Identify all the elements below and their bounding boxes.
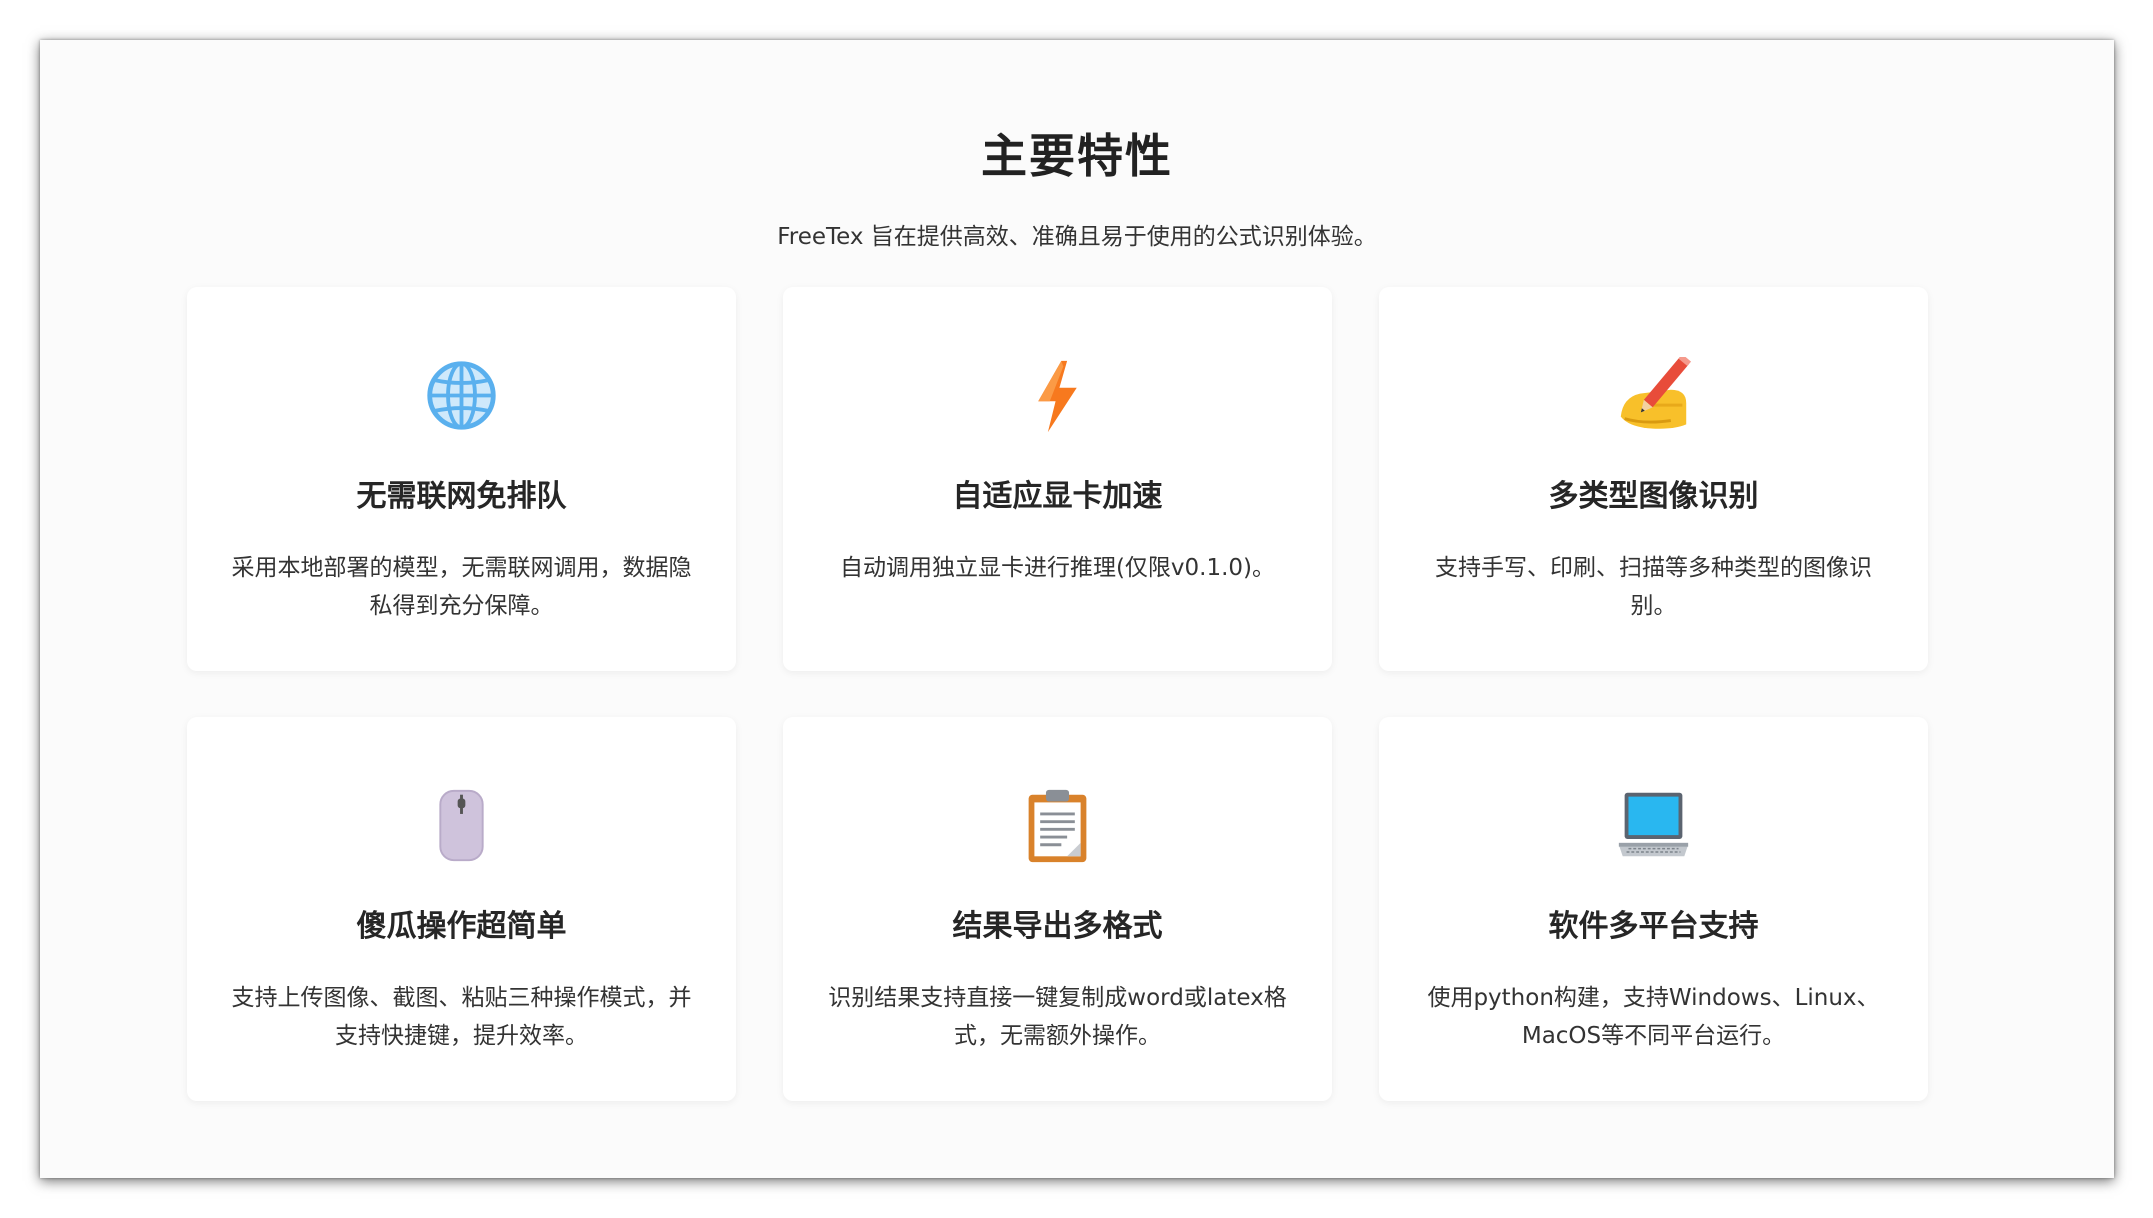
feature-card-gpu: 自适应显卡加速 自动调用独立显卡进行推理(仅限v0.1.0)。: [783, 287, 1332, 671]
feature-card-easy-operation: 傻瓜操作超简单 支持上传图像、截图、粘贴三种操作模式，并支持快捷键，提升效率。: [187, 717, 736, 1101]
section-subtitle: FreeTex 旨在提供高效、准确且易于使用的公式识别体验。: [777, 224, 1377, 250]
feature-title: 软件多平台支持: [1548, 909, 1759, 944]
feature-card-image-types: 多类型图像识别 支持手写、印刷、扫描等多种类型的图像识别。: [1379, 287, 1928, 671]
feature-card-offline: 无需联网免排队 采用本地部署的模型，无需联网调用，数据隐私得到充分保障。: [187, 287, 736, 671]
feature-title: 结果导出多格式: [952, 909, 1163, 944]
feature-description: 支持手写、印刷、扫描等多种类型的图像识别。: [1435, 555, 1872, 619]
writing-hand-icon: [1615, 357, 1692, 434]
globe-icon: [423, 357, 500, 434]
clipboard-icon: [1019, 787, 1096, 864]
feature-title: 傻瓜操作超简单: [356, 909, 567, 944]
browser-window: 主要特性 FreeTex 旨在提供高效、准确且易于使用的公式识别体验。 无需联网…: [40, 40, 2114, 1178]
feature-card-multiplatform: 软件多平台支持 使用python构建，支持Windows、Linux、MacOS…: [1379, 717, 1928, 1101]
section-title: 主要特性: [981, 129, 1173, 183]
feature-description: 采用本地部署的模型，无需联网调用，数据隐私得到充分保障。: [231, 555, 692, 619]
mouse-icon: [423, 787, 500, 864]
feature-title: 无需联网免排队: [356, 479, 567, 514]
feature-description: 使用python构建，支持Windows、Linux、MacOS等不同平台运行。: [1427, 985, 1880, 1049]
feature-title: 多类型图像识别: [1548, 479, 1759, 514]
laptop-icon: [1615, 787, 1692, 864]
feature-description: 识别结果支持直接一键复制成word或latex格式，无需额外操作。: [828, 985, 1287, 1049]
feature-description: 自动调用独立显卡进行推理(仅限v0.1.0)。: [839, 555, 1276, 581]
feature-description: 支持上传图像、截图、粘贴三种操作模式，并支持快捷键，提升效率。: [231, 985, 692, 1049]
feature-card-export: 结果导出多格式 识别结果支持直接一键复制成word或latex格式，无需额外操作…: [783, 717, 1332, 1101]
features-section: 主要特性 FreeTex 旨在提供高效、准确且易于使用的公式识别体验。 无需联网…: [40, 40, 2114, 1178]
feature-title: 自适应显卡加速: [952, 479, 1163, 514]
lightning-icon: [1019, 357, 1096, 434]
